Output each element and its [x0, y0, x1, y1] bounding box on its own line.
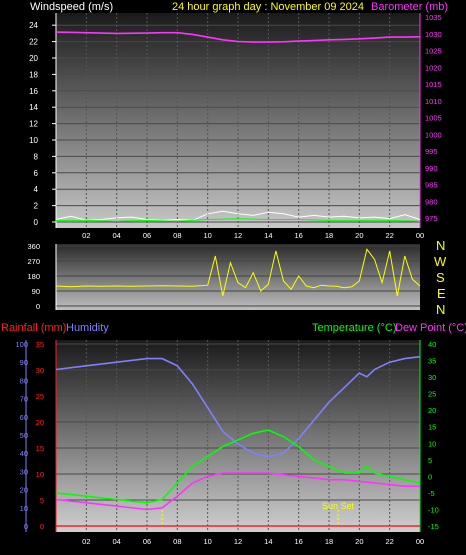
bottom-x-tick-label: 16: [294, 537, 302, 546]
barometer-tick-label: 985: [425, 181, 438, 190]
rainfall-axis-label: Rainfall (mm): [1, 322, 66, 334]
rainfall-tick-label: 20: [36, 418, 44, 427]
humidity-tick-label: 90: [20, 358, 28, 367]
compass-letter-s: S: [436, 270, 445, 285]
bottom-x-tick-label: 10: [203, 537, 211, 546]
windspeed-tick-label: 22: [29, 38, 38, 47]
top-x-tick-label: 12: [234, 231, 242, 240]
bottom-x-tick-label: 20: [355, 537, 363, 546]
windspeed-tick-label: 20: [29, 54, 38, 63]
temperature-tick-label: 35: [428, 357, 436, 366]
bottom-x-tick-label: 12: [234, 537, 242, 546]
top-x-tick-label: 06: [143, 231, 151, 240]
rainfall-tick-label: 5: [40, 496, 44, 505]
barometer-tick-label: 995: [425, 147, 438, 156]
humidity-tick-label: 20: [20, 486, 28, 495]
top-x-tick-label: 04: [112, 231, 120, 240]
temperature-tick-label: 25: [428, 390, 436, 399]
windspeed-tick-label: 8: [34, 152, 39, 161]
temperature-tick-label: 0: [428, 472, 432, 481]
weather-graph-window: 0 2 4 6 8 10 12 14 16 18 20 22 24 975 980 985 990 995 1000…: [0, 0, 466, 555]
windspeed-tick-label: 12: [29, 120, 38, 129]
top-x-tick-label: 02: [82, 231, 90, 240]
windspeed-tick-label: 4: [34, 185, 39, 194]
rainfall-tick-label: 35: [36, 340, 44, 349]
humidity-tick-label: 10: [20, 504, 28, 513]
bottom-x-tick-label: 02: [82, 537, 90, 546]
rainfall-tick-label: 30: [36, 366, 44, 375]
rainfall-tick-label: 10: [36, 470, 44, 479]
barometer-tick-label: 1005: [425, 114, 442, 123]
barometer-tick-label: 1020: [425, 63, 442, 72]
humidity-tick-label: 70: [20, 395, 28, 404]
humidity-tick-label: 40: [20, 449, 28, 458]
bottom-x-tick-label: 08: [173, 537, 181, 546]
barometer-tick-label: 1030: [425, 30, 442, 39]
windspeed-tick-label: 10: [29, 136, 38, 145]
barometer-tick-label: 975: [425, 214, 438, 223]
barometer-tick-label: 1000: [425, 130, 442, 139]
top-x-tick-label: 20: [355, 231, 363, 240]
windspeed-tick-label: 24: [29, 21, 38, 30]
compass-letter-n-top: N: [436, 238, 445, 253]
temperature-tick-label: 40: [428, 340, 436, 349]
top-x-tick-label: 16: [294, 231, 302, 240]
compass-letter-n-bottom: N: [436, 302, 445, 317]
temperature-tick-label: 15: [428, 423, 436, 432]
sunset-annotation: Sun Set: [322, 501, 355, 511]
direction-tick-label: 360: [27, 242, 40, 251]
bottom-x-tick-label: 04: [112, 537, 120, 546]
weather-chart-canvas: 0246810121416182022249759809859909951000…: [1, 1, 466, 546]
top-x-tick-label: 08: [173, 231, 181, 240]
barometer-axis-label: Barometer (mb): [371, 1, 448, 13]
windspeed-axis-label: Windspeed (m/s): [30, 1, 113, 13]
barometer-tick-label: 1015: [425, 80, 442, 89]
rainfall-tick-label: 0: [40, 522, 44, 531]
compass-letter-e: E: [437, 286, 446, 301]
bottom-x-tick-label: 22: [385, 537, 393, 546]
compass-letter-w: W: [434, 254, 447, 269]
windspeed-tick-label: 6: [34, 169, 39, 178]
windspeed-tick-label: 14: [29, 103, 38, 112]
chart-title: 24 hour graph day : November 09 2024: [172, 1, 364, 13]
bottom-x-tick-label: 06: [143, 537, 151, 546]
bottom-x-tick-label: 00: [416, 537, 424, 546]
barometer-tick-label: 1035: [425, 13, 442, 22]
barometer-tick-label: 980: [425, 197, 438, 206]
temperature-tick-label: 5: [428, 456, 432, 465]
humidity-axis-label: Humidity: [66, 322, 109, 334]
humidity-tick-label: 50: [20, 431, 28, 440]
barometer-tick-label: 1025: [425, 47, 442, 56]
barometer-tick-label: 990: [425, 164, 438, 173]
rainfall-tick-label: 15: [36, 444, 44, 453]
top-x-tick-label: 10: [203, 231, 211, 240]
temperature-tick-label: -10: [428, 505, 439, 514]
top-x-tick-label: 18: [325, 231, 333, 240]
direction-tick-label: 0: [36, 302, 40, 311]
windspeed-tick-label: 16: [29, 87, 38, 96]
humidity-tick-label: 80: [20, 376, 28, 385]
dewpoint-axis-label: Dew Point (°C): [395, 322, 466, 334]
top-x-tick-label: 14: [264, 231, 272, 240]
humidity-tick-label: 30: [20, 467, 28, 476]
bottom-x-tick-label: 18: [325, 537, 333, 546]
top-x-tick-label: 22: [385, 231, 393, 240]
windspeed-tick-label: 18: [29, 70, 38, 79]
temperature-tick-label: 10: [428, 439, 436, 448]
direction-tick-label: 90: [32, 287, 40, 296]
rainfall-tick-label: 25: [36, 392, 44, 401]
direction-tick-label: 180: [27, 272, 40, 281]
temperature-tick-label: 20: [428, 406, 436, 415]
bottom-x-tick-label: 14: [264, 537, 272, 546]
windspeed-tick-label: 2: [34, 202, 39, 211]
top-x-tick-label: 00: [416, 231, 424, 240]
temperature-axis-label: Temperature (°C): [312, 322, 396, 334]
temperature-tick-label: -15: [428, 522, 439, 531]
windspeed-tick-label: 0: [34, 218, 39, 227]
humidity-tick-label: 60: [20, 413, 28, 422]
barometer-tick-label: 1010: [425, 97, 442, 106]
direction-tick-label: 270: [27, 257, 40, 266]
temperature-tick-label: 30: [428, 373, 436, 382]
temperature-tick-label: -5: [428, 489, 435, 498]
